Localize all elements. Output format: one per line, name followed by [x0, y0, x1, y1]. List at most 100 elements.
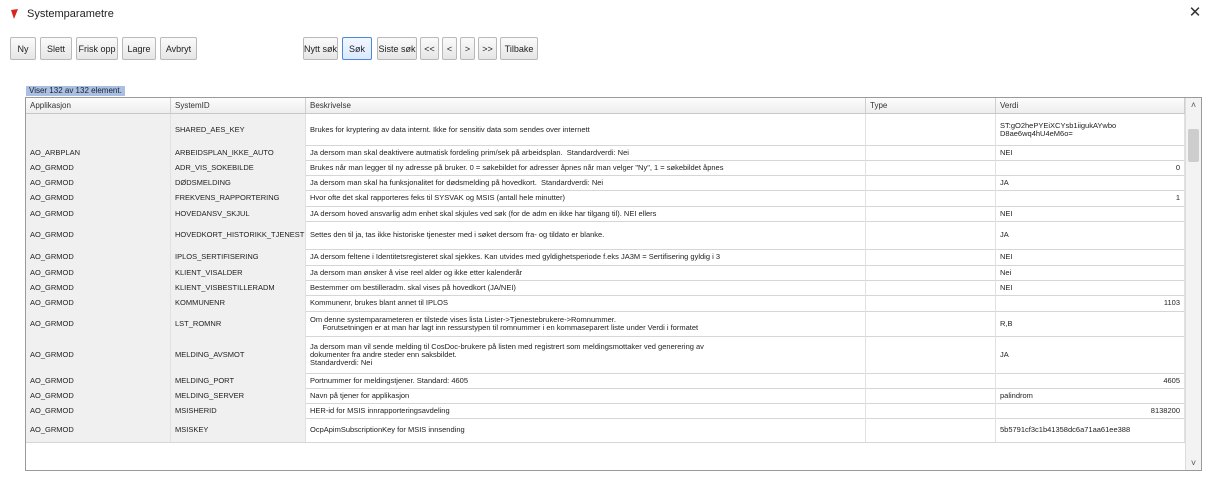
cell-systemid[interactable]: MELDING_SERVER [171, 388, 306, 403]
previous-record-button[interactable]: < [442, 37, 457, 60]
cell-type[interactable] [866, 280, 996, 295]
cell-systemid[interactable]: SHARED_AES_KEY [171, 114, 306, 145]
cell-beskrivelse[interactable]: Hvor ofte det skal rapporteres feks til … [306, 190, 866, 206]
table-row[interactable]: AO_GRMOD MELDING_PORT Portnummer for meldi… [26, 373, 1185, 389]
cell-systemid[interactable]: ARBEIDSPLAN_IKKE_AUTO [171, 145, 306, 160]
cell-verdi[interactable]: NEI [996, 145, 1185, 160]
cell-applikasjon[interactable]: AO_GRMOD [26, 403, 171, 418]
scroll-thumb[interactable] [1188, 129, 1199, 162]
cell-applikasjon[interactable]: AO_GRMOD [26, 206, 171, 221]
table-row[interactable]: SHARED_AES_KEY Brukes for kryptering av d… [26, 114, 1185, 146]
cell-verdi[interactable]: 4605 [996, 373, 1185, 388]
cell-verdi[interactable]: JA [996, 175, 1185, 190]
column-header-beskrivelse[interactable]: Beskrivelse [306, 98, 866, 113]
cell-type[interactable] [866, 403, 996, 418]
table-row[interactable]: AO_GRMOD FREKVENS_RAPPORTERING Hvor ofte d… [26, 190, 1185, 207]
cell-systemid[interactable]: HOVEDKORT_HISTORIKK_TJENESTER_&FIKS [171, 221, 306, 249]
cell-applikasjon[interactable]: AO_GRMOD [26, 418, 171, 442]
cell-type[interactable] [866, 190, 996, 206]
cell-applikasjon[interactable]: AO_GRMOD [26, 160, 171, 175]
cell-applikasjon[interactable]: AO_GRMOD [26, 311, 171, 336]
cell-type[interactable] [866, 175, 996, 190]
cell-verdi[interactable]: NEI [996, 206, 1185, 221]
cell-systemid[interactable]: KLIENT_VISALDER [171, 265, 306, 280]
column-header-verdi[interactable]: Verdi [996, 98, 1185, 113]
close-icon[interactable]: ✕ [1186, 4, 1204, 22]
cell-applikasjon[interactable] [26, 114, 171, 145]
cell-type[interactable] [866, 311, 996, 336]
cell-applikasjon[interactable]: AO_GRMOD [26, 336, 171, 373]
save-button[interactable]: Lagre [122, 37, 156, 60]
cell-type[interactable] [866, 249, 996, 265]
cell-verdi[interactable]: 0 [996, 160, 1185, 175]
cell-verdi[interactable]: NEI [996, 280, 1185, 295]
cell-type[interactable] [866, 418, 996, 442]
cell-beskrivelse[interactable]: Ja dersom man vil sende melding til CosD… [306, 336, 866, 373]
cell-beskrivelse[interactable]: Brukes for kryptering av data internt. I… [306, 114, 866, 145]
cell-verdi[interactable]: R,B [996, 311, 1185, 336]
cell-type[interactable] [866, 145, 996, 160]
cell-systemid[interactable]: HOVEDANSV_SKJUL [171, 206, 306, 221]
cell-applikasjon[interactable]: AO_GRMOD [26, 280, 171, 295]
new-button[interactable]: Ny [10, 37, 36, 60]
cell-type[interactable] [866, 295, 996, 311]
cell-systemid[interactable]: DØDSMELDING [171, 175, 306, 190]
table-row[interactable]: AO_GRMOD HOVEDANSV_SKJUL JA dersom hoved a… [26, 206, 1185, 222]
search-button[interactable]: Søk [342, 37, 372, 60]
table-row[interactable]: AO_GRMOD KLIENT_VISBESTILLERADM Bestemmer … [26, 280, 1185, 296]
cell-applikasjon[interactable]: AO_GRMOD [26, 265, 171, 280]
cell-systemid[interactable]: MSISKEY [171, 418, 306, 442]
cell-applikasjon[interactable]: AO_ARBPLAN [26, 145, 171, 160]
new-search-button[interactable]: Nytt søk [303, 37, 338, 60]
column-header-systemid[interactable]: SystemID [171, 98, 306, 113]
cell-beskrivelse[interactable]: Navn på tjener for applikasjon [306, 388, 866, 403]
cell-verdi[interactable]: ST:gO2hePYEiXCYsb1iigukAYwbo D8ae6wq4hU4… [996, 114, 1185, 145]
cell-beskrivelse[interactable]: Ja dersom man skal ha funksjonalitet for… [306, 175, 866, 190]
cell-verdi[interactable]: 8138200 [996, 403, 1185, 418]
cell-verdi[interactable]: NEI [996, 249, 1185, 265]
column-header-applikasjon[interactable]: Applikasjon [26, 98, 171, 113]
cell-verdi[interactable]: 1103 [996, 295, 1185, 311]
cell-beskrivelse[interactable]: OcpApimSubscriptionKey for MSIS innsendi… [306, 418, 866, 442]
table-row[interactable]: AO_GRMOD KLIENT_VISALDER Ja dersom man øns… [26, 265, 1185, 281]
cell-type[interactable] [866, 373, 996, 388]
cell-beskrivelse[interactable]: Portnummer for meldingstjener. Standard:… [306, 373, 866, 388]
cell-systemid[interactable]: KOMMUNENR [171, 295, 306, 311]
column-header-type[interactable]: Type [866, 98, 996, 113]
table-row[interactable]: AO_GRMOD LST_ROMNR Om denne systemparamete… [26, 311, 1185, 337]
cell-type[interactable] [866, 206, 996, 221]
cell-systemid[interactable]: IPLOS_SERTIFISERING [171, 249, 306, 265]
last-search-button[interactable]: Siste søk [377, 37, 417, 60]
cell-beskrivelse[interactable]: Ja dersom man skal deaktivere autmatisk … [306, 145, 866, 160]
table-row[interactable]: AO_GRMOD MELDING_SERVER Navn på tjener for… [26, 388, 1185, 404]
cell-beskrivelse[interactable]: JA dersom hoved ansvarlig adm enhet skal… [306, 206, 866, 221]
cell-systemid[interactable]: MELDING_AVSMOT [171, 336, 306, 373]
cell-beskrivelse[interactable]: HER-id for MSIS innrapporteringsavdeling [306, 403, 866, 418]
cell-type[interactable] [866, 160, 996, 175]
table-row[interactable]: AO_GRMOD MSISKEY OcpApimSubscriptionKey fo… [26, 418, 1185, 443]
cell-beskrivelse[interactable]: Settes den til ja, tas ikke historiske t… [306, 221, 866, 249]
vertical-scrollbar[interactable]: ˄ ˅ [1185, 98, 1201, 470]
cell-systemid[interactable]: MELDING_PORT [171, 373, 306, 388]
table-row[interactable]: AO_GRMOD KOMMUNENR Kommunenr, brukes blant… [26, 295, 1185, 312]
cell-type[interactable] [866, 221, 996, 249]
cell-type[interactable] [866, 336, 996, 373]
cell-verdi[interactable]: Nei [996, 265, 1185, 280]
table-row[interactable]: AO_GRMOD HOVEDKORT_HISTORIKK_TJENESTER_&F… [26, 221, 1185, 250]
refresh-button[interactable]: Frisk opp [76, 37, 118, 60]
cell-type[interactable] [866, 388, 996, 403]
cell-beskrivelse[interactable]: JA dersom feltene i Identitetsregisteret… [306, 249, 866, 265]
cell-verdi[interactable]: JA [996, 336, 1185, 373]
cell-beskrivelse[interactable]: Bestemmer om bestilleradm. skal vises på… [306, 280, 866, 295]
first-record-button[interactable]: << [420, 37, 439, 60]
scroll-up-icon[interactable]: ˄ [1186, 98, 1201, 112]
cell-applikasjon[interactable]: AO_GRMOD [26, 249, 171, 265]
cell-beskrivelse[interactable]: Om denne systemparameteren er tilstede v… [306, 311, 866, 336]
table-row[interactable]: AO_GRMOD IPLOS_SERTIFISERING JA dersom fel… [26, 249, 1185, 266]
back-button[interactable]: Tilbake [500, 37, 538, 60]
delete-button[interactable]: Slett [40, 37, 72, 60]
cell-verdi[interactable]: JA [996, 221, 1185, 249]
table-row[interactable]: AO_GRMOD ADR_VIS_SOKEBILDE Brukes når man … [26, 160, 1185, 176]
cell-applikasjon[interactable]: AO_GRMOD [26, 373, 171, 388]
cell-beskrivelse[interactable]: Kommunenr, brukes blant annet til IPLOS [306, 295, 866, 311]
